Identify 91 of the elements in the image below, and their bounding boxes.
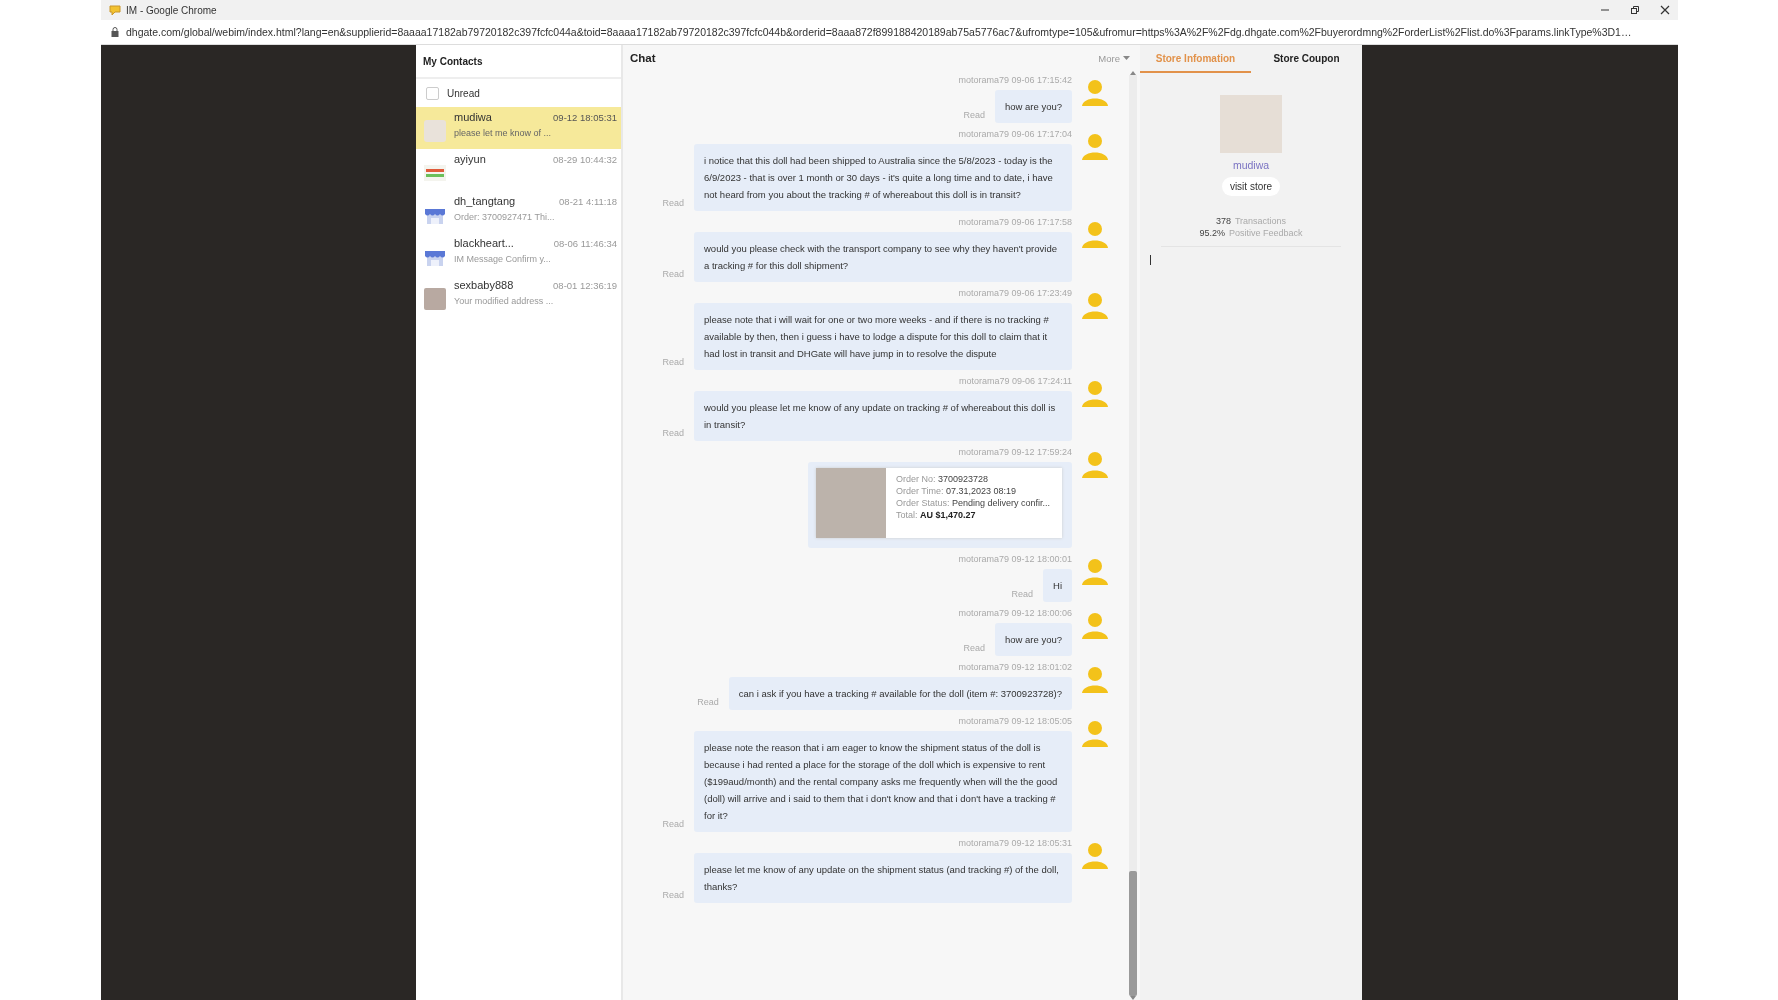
order-detail: Order No: 3700923728 (895, 474, 989, 484)
message-meta: motorama79 09-06 17:17:58 (958, 217, 1072, 227)
visit-store-button[interactable]: visit store (1221, 177, 1281, 196)
order-detail: Order Status: Pending delivery confir... (895, 498, 1050, 508)
message-time: 08-01 12:36:19 (553, 280, 617, 291)
store-name-link[interactable]: mudiwa (1232, 159, 1270, 171)
read-status: Read (662, 819, 684, 829)
message-preview: please let me know of ... (454, 128, 553, 138)
user-avatar-icon (1080, 77, 1110, 107)
user-avatar-icon (1080, 131, 1110, 161)
message-bubble: would you please check with the transport company to see why they haven't provide a tracking # for this doll shipment? (694, 232, 1072, 282)
message-meta: motorama79 09-06 17:15:42 (958, 75, 1072, 85)
user-avatar-icon (1080, 449, 1110, 479)
contact-name: dh_tangtang (454, 195, 516, 207)
read-status: Read (963, 643, 985, 653)
message-meta: motorama79 09-12 18:00:01 (958, 554, 1072, 564)
message-bubble: would you please let me know of any update on tracking # of whereabout this doll is in transit? (694, 391, 1072, 441)
message-bubble: Hi (1043, 569, 1072, 602)
message-meta: motorama79 09-12 18:05:05 (958, 716, 1072, 726)
scrollbar-thumb[interactable] (1129, 871, 1137, 996)
message-preview: Your modified address ... (454, 296, 555, 306)
contact-item[interactable]: blackheart... 08-06 11:46:34 IM Message Confirm y... (416, 233, 621, 275)
read-status: Read (662, 198, 684, 208)
read-status: Read (963, 110, 985, 120)
caret-icon (1123, 56, 1130, 60)
avatar-image-placeholder (424, 120, 446, 142)
store-logo-icon (424, 162, 446, 184)
contact-name: sexbaby888 (454, 279, 514, 291)
message-bubble: i notice that this doll had been shipped to Australia since the 5/8/2023 - today is the 6/9/2023 - that is over 1 month or 30 days - it's quite a long time and to date, i have not heard from you about the tracking # of whereabout this doll is in transit? (694, 144, 1072, 211)
user-avatar-icon (1080, 664, 1110, 694)
panel-title: My Contacts (423, 55, 483, 67)
user-avatar-icon (1080, 840, 1110, 870)
contact-item[interactable]: ayiyun 08-29 10:44:32 (416, 149, 621, 191)
close-icon[interactable] (1660, 5, 1670, 15)
stat-label: Transactions (1234, 216, 1287, 226)
read-status: Read (662, 890, 684, 900)
stat-label: Positive Feedback (1229, 228, 1303, 238)
read-status: Read (662, 357, 684, 367)
message-bubble: please note the reason that i am eager to know the shipment status of the doll is because i had rented a place for the storage of the doll which is expensive to rent ($199aud/month) and the rental company asks me frequently when will the the good (doll) will arrive and i said to them that i don't know and that i don't have a tracking # for it? (694, 731, 1072, 832)
message-meta: motorama79 09-12 17:59:24 (958, 447, 1072, 457)
message-bubble: please let me know of any update on the shipment status (and tracking #) of the doll, thanks? (694, 853, 1072, 903)
message-meta: motorama79 09-12 18:00:06 (958, 608, 1072, 618)
message-meta: motorama79 09-12 18:05:31 (958, 838, 1072, 848)
contact-name: ayiyun (454, 153, 486, 165)
message-time: 08-29 10:44:32 (553, 154, 617, 165)
store-tab[interactable]: Store Coupon (1251, 45, 1362, 73)
chat-title: Chat (630, 52, 656, 64)
message-preview: IM Message Confirm y... (454, 254, 552, 264)
message-preview: Order: 3700927471 Thi... (454, 212, 556, 222)
message-meta: motorama79 09-12 18:01:02 (958, 662, 1072, 672)
address-url[interactable]: dhgate.com/global/webim/index.html?lang=en&supplierid=8aaaa17182ab79720182c397fcfc044a&toid=8aaaa17182ab79720182c397fcfc044b&orderid=8aaa872f899188420189ab75a5776ac7&ufromtype=105&ufromur=https%3A%2F%2Fdg.dhgate.com%2Fbuyerordmng%2ForderList%2Flist.do%3Fparams.linkType%3D1… (126, 26, 1632, 38)
checkbox-label: Unread (447, 87, 480, 99)
message-time: 08-21 4:11:18 (559, 196, 617, 207)
restore-icon[interactable] (1630, 5, 1640, 15)
read-status: Read (697, 697, 719, 707)
user-avatar-icon (1080, 610, 1110, 640)
user-avatar-icon (1080, 219, 1110, 249)
message-meta: motorama79 09-06 17:24:11 (959, 376, 1072, 386)
store-avatar-placeholder (1220, 95, 1282, 153)
message-bubble: can i ask if you have a tracking # available for the doll (item #: 3700923728)? (728, 677, 1072, 710)
window-title: IM - Google Chrome (126, 4, 217, 16)
stat-value: 378 (1215, 216, 1231, 226)
message-meta: motorama79 09-06 17:23:49 (958, 288, 1072, 298)
read-status: Read (1011, 589, 1033, 599)
read-status: Read (662, 428, 684, 438)
stat-value: 95.2% (1199, 228, 1225, 238)
read-status: Read (662, 269, 684, 279)
avatar-photo-placeholder (424, 288, 446, 310)
order-total: Total: AU $1,470.27 (895, 510, 977, 520)
order-card[interactable]: Order No: 3700923728 Order Time: 07.31,2023 08:19 Order Status: Pending delivery confir... Total: AU $1,470.27 (815, 468, 1062, 538)
user-avatar-icon (1080, 378, 1110, 408)
contact-item[interactable]: dh_tangtang 08-21 4:11:18 Order: 3700927471 Thi... (416, 191, 621, 233)
chat-bubble-icon (109, 4, 121, 16)
message-time: 08-06 11:46:34 (553, 238, 617, 249)
unread-checkbox[interactable] (426, 86, 439, 100)
contact-name: blackheart... (454, 237, 514, 249)
message-meta: motorama79 09-06 17:17:04 (958, 129, 1072, 139)
user-avatar-icon (1080, 290, 1110, 320)
message-bubble: how are you? (994, 90, 1072, 123)
lock-icon (111, 27, 119, 37)
contact-name: mudiwa (454, 111, 492, 123)
message-bubble: please note that i will wait for one or two more weeks - and if there is no tracking # available by then, then i guess i have to lodge a dispute for this doll to claim that it had lost in transit and DHGate will have jump in to resolve the dispute (694, 303, 1072, 370)
message-bubble: how are you? (994, 623, 1072, 656)
text-cursor (1150, 255, 1151, 265)
message-time: 09-12 18:05:31 (553, 112, 617, 123)
contact-item[interactable]: sexbaby888 08-01 12:36:19 Your modified address ... (416, 275, 621, 317)
order-detail: Order Time: 07.31,2023 08:19 (895, 486, 1017, 496)
product-photo-placeholder (815, 468, 886, 538)
user-avatar-icon (1080, 556, 1110, 586)
contact-item[interactable]: mudiwa 09-12 18:05:31 please let me know of ... (416, 107, 621, 149)
user-avatar-icon (1080, 718, 1110, 748)
